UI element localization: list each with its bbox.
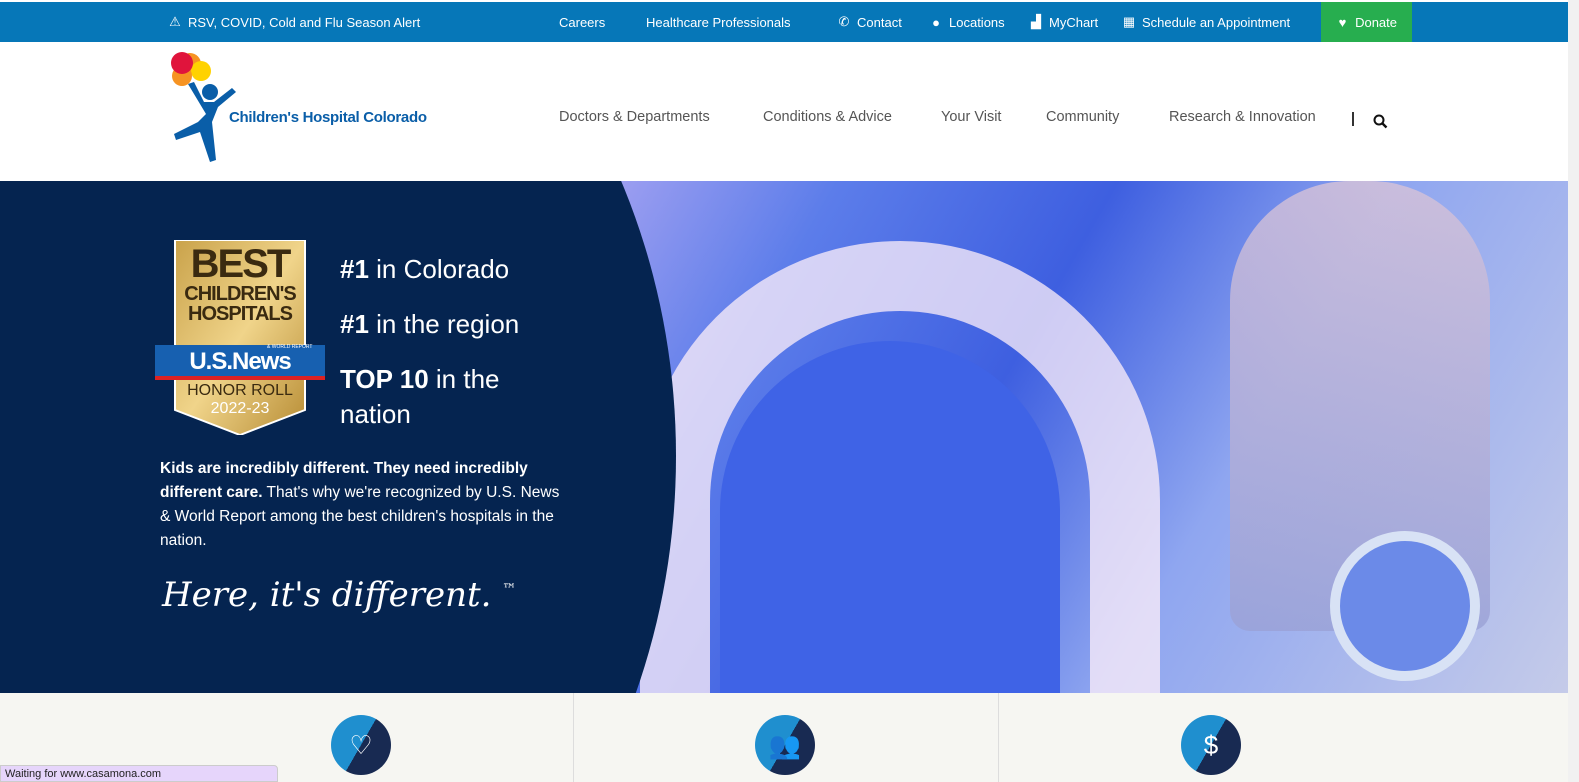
rank-nation: TOP 10 in the — [340, 364, 500, 394]
careers-label: Careers — [559, 14, 606, 30]
hero-panel — [0, 181, 676, 693]
careers-link[interactable]: Careers — [559, 2, 605, 42]
mri-bore — [720, 341, 1060, 693]
feature-col-3[interactable]: $ — [999, 693, 1568, 782]
phone-icon: ✆ — [838, 14, 850, 29]
utility-bar: ⚠ RSV, COVID, Cold and Flu Season Alert C… — [0, 2, 1568, 42]
hcp-label: Healthcare Professionals — [646, 14, 791, 30]
rank-region: #1 in the region — [340, 309, 520, 339]
mychart-link[interactable]: ▟ MyChart — [1029, 2, 1098, 42]
hero-paragraph: Kids are incredibly different. They need… — [160, 460, 560, 549]
chart-icon: ▟ — [1031, 14, 1041, 29]
badge-usnews: U.S.News — [189, 348, 291, 375]
hero-tagline: Here, it's different. ™ — [162, 575, 517, 615]
contact-link[interactable]: ✆ Contact — [837, 2, 902, 42]
nav-divider — [1352, 112, 1354, 126]
heart-pulse-icon: ♡ — [331, 715, 391, 775]
badge-years: 2022-23 — [210, 400, 270, 417]
hero-equipment — [1330, 531, 1480, 681]
schedule-label: Schedule an Appointment — [1142, 14, 1291, 30]
nav-your-visit[interactable]: Your Visit — [941, 109, 1001, 125]
badge-line2: CHILDREN'S — [184, 283, 296, 305]
logo-icon[interactable] — [168, 52, 240, 164]
badge-best: BEST — [190, 242, 292, 286]
rank-nation-cont: nation — [340, 399, 411, 429]
locations-label: Locations — [949, 14, 1005, 30]
schedule-link[interactable]: ▦ Schedule an Appointment — [1122, 2, 1290, 42]
nav-doctors-departments[interactable]: Doctors & Departments — [559, 109, 710, 125]
badge-wr: & WORLD REPORT — [267, 344, 313, 350]
map-pin-icon: ● — [932, 14, 940, 30]
doctor-patient-icon: 👥 — [755, 715, 815, 775]
feature-col-2[interactable]: 👥 — [574, 693, 999, 782]
alert-label: RSV, COVID, Cold and Flu Season Alert — [188, 14, 421, 30]
nav-community[interactable]: Community — [1046, 109, 1119, 125]
badge-line3: HOSPITALS — [188, 303, 293, 325]
logo-text[interactable]: Children's Hospital Colorado — [229, 109, 427, 126]
bill-envelope-icon: $ — [1181, 715, 1241, 775]
us-news-badge: BEST CHILDREN'S HOSPITALS U.S.News & WOR… — [155, 240, 325, 435]
search-icon[interactable] — [1373, 114, 1388, 129]
heart-icon: ♥ — [1338, 14, 1347, 30]
donate-button[interactable]: ♥ Donate — [1321, 2, 1412, 42]
donate-label: Donate — [1355, 14, 1397, 30]
nav-conditions-advice[interactable]: Conditions & Advice — [763, 109, 892, 125]
nav-research-innovation[interactable]: Research & Innovation — [1169, 109, 1316, 125]
calendar-icon: ▦ — [1122, 14, 1136, 29]
contact-label: Contact — [857, 14, 902, 30]
badge-honor-roll: HONOR ROLL — [187, 382, 293, 399]
main-header: Children's Hospital Colorado Doctors & D… — [0, 42, 1568, 181]
warning-icon: ⚠ — [169, 14, 181, 29]
scrollbar[interactable] — [1568, 0, 1579, 782]
browser-status-bar: Waiting for www.casamona.com — [0, 765, 278, 782]
healthcare-professionals-link[interactable]: Healthcare Professionals — [646, 2, 791, 42]
rank-colorado: #1 in Colorado — [340, 254, 510, 284]
mychart-label: MyChart — [1049, 14, 1099, 30]
locations-link[interactable]: ● Locations — [929, 2, 1005, 42]
alert-link[interactable]: ⚠ RSV, COVID, Cold and Flu Season Alert — [168, 2, 420, 42]
